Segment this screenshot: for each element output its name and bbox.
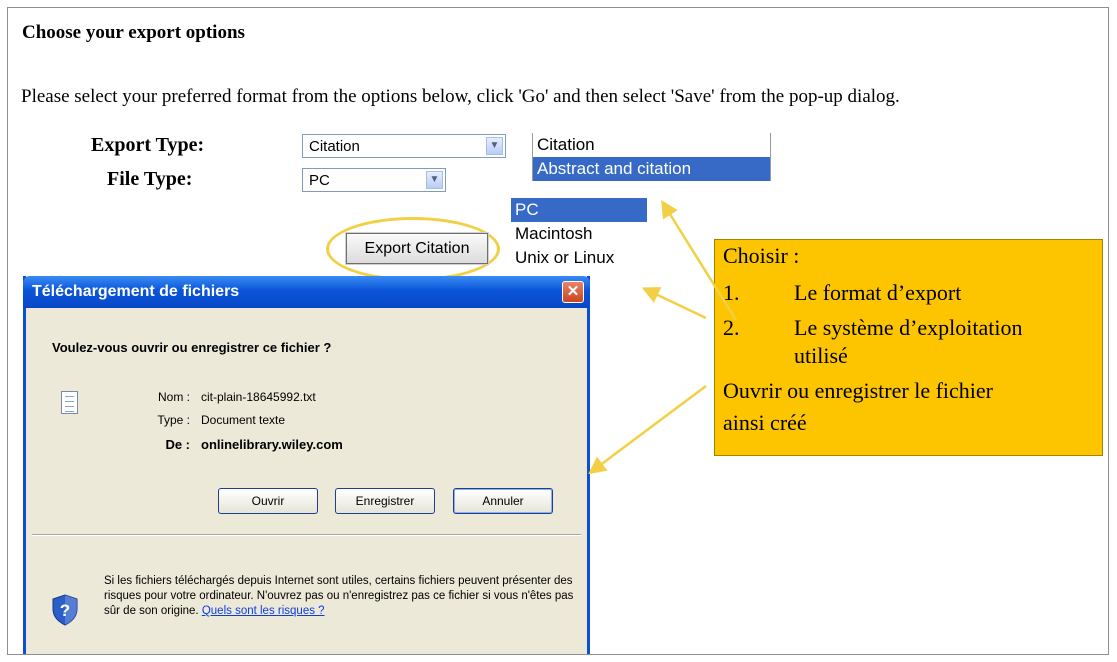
screenshot-frame: Choose your export options Please select… — [7, 7, 1109, 655]
arrow-to-dialog — [588, 384, 707, 475]
arrow-to-file-options — [641, 287, 707, 320]
pointer-arrows — [588, 200, 738, 475]
